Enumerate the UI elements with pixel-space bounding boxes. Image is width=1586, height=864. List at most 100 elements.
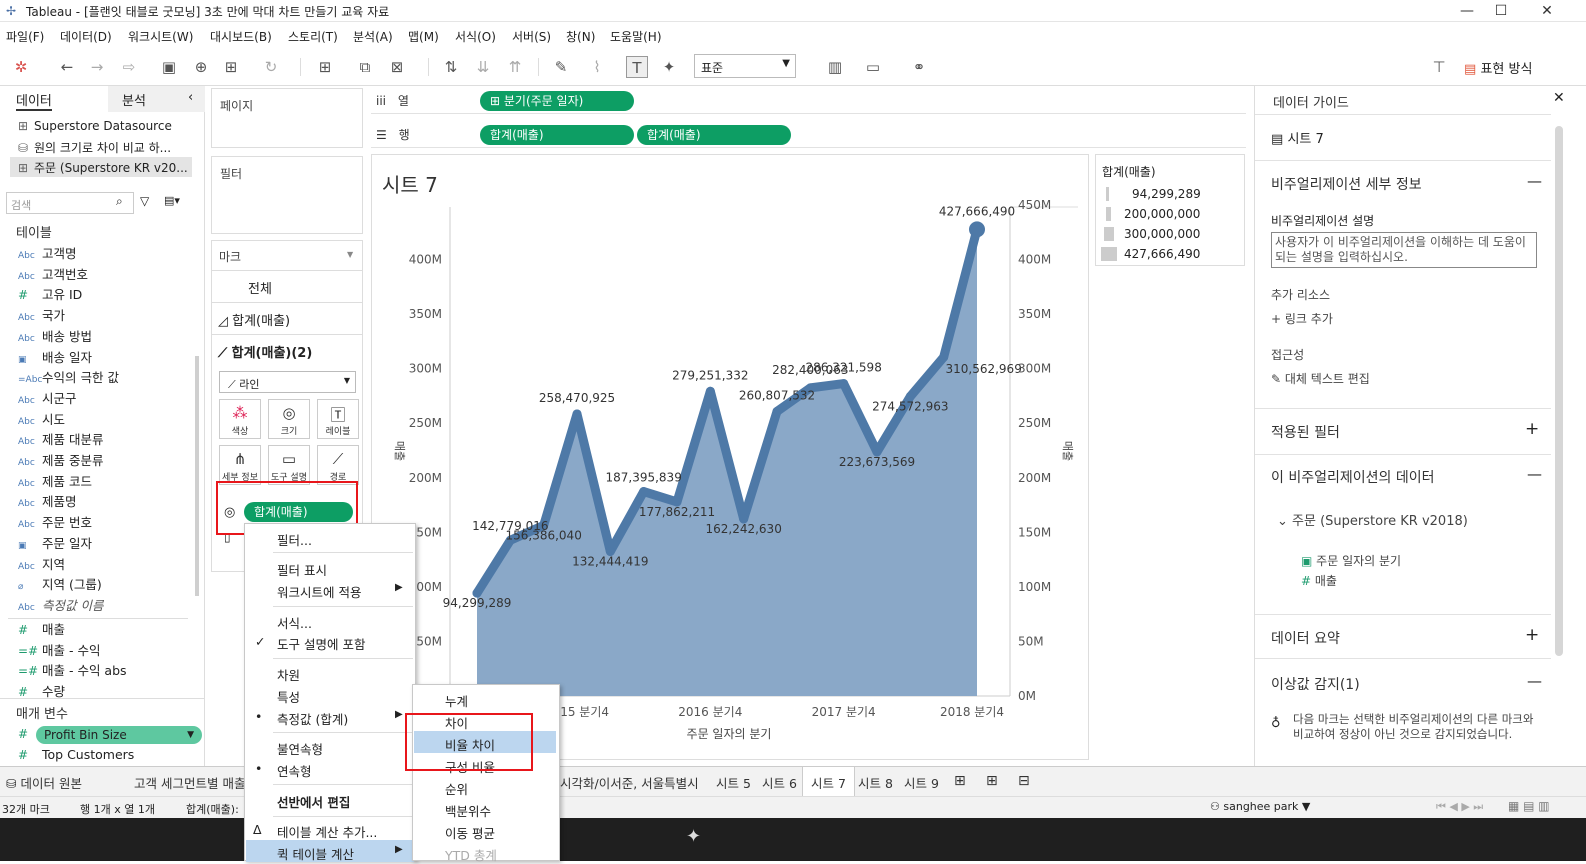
menu-dashboard[interactable]: 대시보드(B): [210, 28, 272, 45]
tooltip-button[interactable]: ▭ 도구 설명: [268, 445, 310, 485]
tab-sheet[interactable]: 시각화/이서준, 서울특별시: [560, 773, 699, 792]
tab-sheet[interactable]: 시트 6: [762, 773, 797, 792]
collapse-icon[interactable]: —: [1527, 172, 1542, 190]
field-dimension[interactable]: Abc 주문 번호: [18, 513, 92, 533]
field-dimension[interactable]: ▣ 배송 일자: [18, 348, 92, 368]
refresh-icon[interactable]: ↻: [260, 56, 282, 78]
sort-desc-icon[interactable]: ⇈: [504, 56, 526, 78]
show-labels-icon[interactable]: T: [626, 56, 648, 78]
menu-data[interactable]: 데이터(D): [60, 28, 112, 45]
replay-icon[interactable]: ⇨: [118, 56, 140, 78]
sort-asc-icon[interactable]: ⇊: [472, 56, 494, 78]
menu-percentile[interactable]: 백분위수: [445, 801, 491, 820]
collapse-icon[interactable]: —: [1527, 672, 1542, 690]
param-profit-bin-size[interactable]: Profit Bin Size ▼: [36, 726, 202, 744]
field-dimension[interactable]: Abc 제품 대분류: [18, 430, 103, 450]
row-pill[interactable]: 합계(매출): [480, 125, 634, 145]
viz-description-input[interactable]: 사용자가 이 비주얼리제이션을 이해하는 데 도움이 되는 설명을 입력하십시오…: [1271, 232, 1537, 268]
marks-measure-1[interactable]: ◿ 합계(매출): [218, 310, 290, 329]
scrollbar[interactable]: [195, 356, 199, 596]
undo-icon[interactable]: ←: [56, 56, 78, 78]
alt-text-button[interactable]: ✎ 대체 텍스트 편집: [1271, 370, 1370, 387]
plus-icon[interactable]: +: [1525, 625, 1539, 645]
field-dimension[interactable]: Abc 측정값 이름: [18, 596, 103, 616]
field-dimension[interactable]: Abc 배송 방법: [18, 327, 92, 347]
new-story-icon[interactable]: ⊟: [1018, 773, 1030, 789]
tableau-home-icon[interactable]: ✲: [10, 56, 32, 78]
fix-axes-icon[interactable]: ✦: [658, 56, 680, 78]
field-measure[interactable]: # 수량: [18, 682, 65, 702]
pages-card[interactable]: 페이지: [211, 88, 363, 148]
redo-icon[interactable]: →: [86, 56, 108, 78]
line-chart[interactable]: 94,299,289142,779,016156,386,040258,470,…: [372, 155, 1088, 759]
size-button[interactable]: ◎ 크기: [268, 399, 310, 439]
marks-all[interactable]: 전체: [248, 278, 272, 297]
tab-data[interactable]: 데이터: [16, 90, 52, 111]
menu-quick-table-calc[interactable]: 퀵 테이블 계산: [277, 844, 354, 863]
field-measure[interactable]: # 매출: [18, 620, 65, 640]
view-mode-icons[interactable]: ▦ ▤ ▥: [1508, 799, 1550, 813]
new-sheet-icon[interactable]: ⊞: [954, 773, 966, 789]
label-button[interactable]: 🅃 레이블: [317, 399, 359, 439]
presentation-icon[interactable]: ▭: [862, 56, 884, 78]
view-options-icon[interactable]: ▤▾: [164, 194, 180, 207]
navigation-icons[interactable]: ⏮ ◀ ▶ ⏭: [1436, 800, 1483, 814]
menu-rank[interactable]: 순위: [445, 779, 468, 798]
tab-datasource[interactable]: ⛁ 데이터 원본: [6, 773, 82, 792]
field-dimension[interactable]: ⌀ 지역 (그룹): [18, 575, 102, 595]
scrollbar[interactable]: [1555, 126, 1563, 656]
param-top-customers[interactable]: # Top Customers: [18, 745, 134, 765]
path-button[interactable]: ⟋ 경로: [317, 445, 359, 485]
tab-analysis[interactable]: 분석: [122, 90, 146, 109]
field-dimension[interactable]: Abc 고객번호: [18, 265, 88, 285]
color-button[interactable]: ⁂ 색상: [219, 399, 261, 439]
add-link-button[interactable]: + 링크 추가: [1271, 310, 1333, 327]
menu-file[interactable]: 파일(F): [6, 28, 44, 45]
column-pill[interactable]: ⊞ 분기(주문 일자): [480, 91, 634, 111]
tab-sheet[interactable]: 시트 5: [716, 773, 751, 792]
menu-measure[interactable]: 측정값 (합계): [277, 709, 348, 728]
menu-analysis[interactable]: 분석(A): [353, 28, 393, 45]
menu-help[interactable]: 도움말(H): [610, 28, 662, 45]
plus-icon[interactable]: +: [1525, 419, 1539, 439]
menu-discrete[interactable]: 불연속형: [277, 739, 323, 758]
menu-story[interactable]: 스토리(T): [288, 28, 338, 45]
tab-sheet-active[interactable]: 시트 7: [802, 767, 855, 797]
field-dimension[interactable]: Abc 지역: [18, 555, 65, 575]
field-dimension[interactable]: =Abc수익의 극한 값: [18, 368, 119, 388]
search-input[interactable]: 검색: [6, 192, 134, 214]
menu-dimension[interactable]: 차원: [277, 665, 300, 684]
field-measure[interactable]: =# 매출 - 수익 abs: [18, 661, 127, 681]
field-measure[interactable]: =# 매출 - 수익: [18, 641, 100, 661]
pin-icon[interactable]: ⊤: [1428, 56, 1450, 78]
mark-type-select[interactable]: ⟋ 라인 ▼: [219, 371, 356, 393]
close-button[interactable]: ✕: [1524, 0, 1570, 22]
collapse-icon[interactable]: —: [1527, 465, 1542, 483]
sparkle-icon[interactable]: ✦: [686, 826, 701, 847]
new-worksheet-icon[interactable]: ⊞: [314, 56, 336, 78]
datasource-item[interactable]: ⊞ Superstore Datasource: [18, 119, 172, 133]
pause-update-icon[interactable]: ⊞: [220, 56, 242, 78]
swap-icon[interactable]: ⇅: [440, 56, 462, 78]
menu-ytd-total[interactable]: YTD 총계: [445, 845, 497, 864]
tab-sheet[interactable]: 시트 9: [904, 773, 939, 792]
field-dimension[interactable]: Abc 제품명: [18, 492, 77, 512]
menu-format[interactable]: 서식...: [277, 613, 312, 632]
datasource-tree-item[interactable]: ⌄ 주문 (Superstore KR v2018): [1277, 510, 1468, 529]
menu-format[interactable]: 서식(O): [455, 28, 496, 45]
field-dimension[interactable]: Abc 고객명: [18, 244, 77, 264]
menu-include-tooltip[interactable]: 도구 설명에 포함: [277, 634, 365, 653]
menu-attribute[interactable]: 특성: [277, 687, 300, 706]
menu-apply-worksheets[interactable]: 워크시트에 적용: [277, 582, 361, 601]
datasource-item[interactable]: ⛁ 원의 크기로 차이 비교 하...: [18, 139, 171, 156]
close-icon[interactable]: ✕: [1553, 90, 1565, 106]
menu-edit-in-shelf[interactable]: 선반에서 편집: [277, 792, 350, 811]
collapse-icon[interactable]: ‹: [188, 90, 193, 105]
detail-button[interactable]: ⋔ 세부 정보: [219, 445, 261, 485]
field-dimension[interactable]: # 고유 ID: [18, 285, 82, 305]
menu-worksheet[interactable]: 워크시트(W): [128, 28, 193, 45]
maximize-button[interactable]: ☐: [1478, 0, 1524, 22]
field-dimension[interactable]: Abc 시도: [18, 410, 65, 430]
new-dashboard-icon[interactable]: ⊞: [986, 773, 998, 789]
menu-moving-average[interactable]: 이동 평균: [445, 823, 495, 842]
